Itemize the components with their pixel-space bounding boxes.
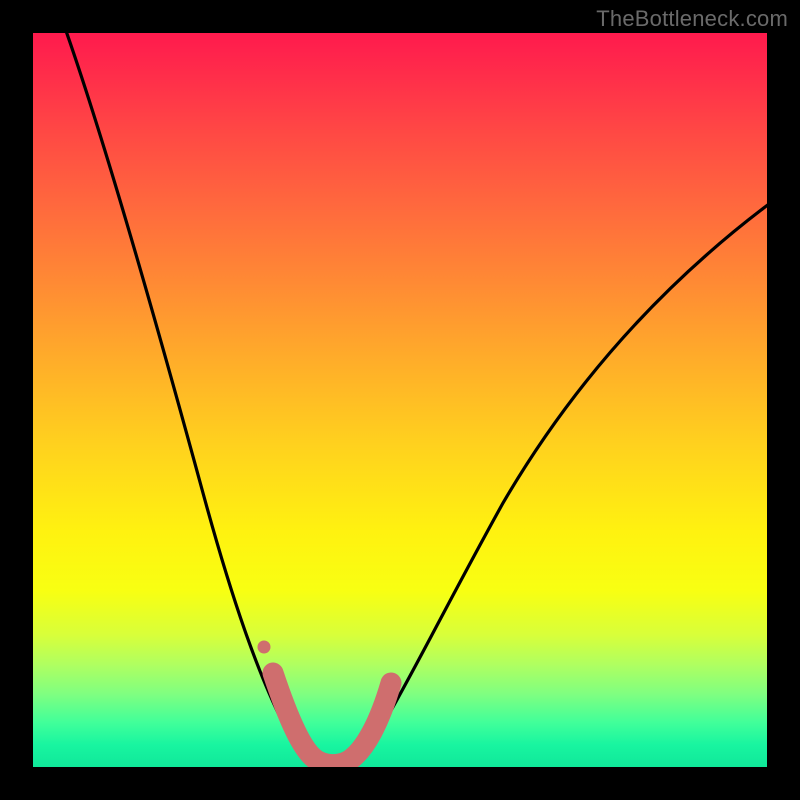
watermark-text: TheBottleneck.com bbox=[596, 6, 788, 32]
bottleneck-curve-svg bbox=[33, 33, 767, 767]
trough-marker-dot bbox=[258, 641, 271, 654]
trough-marker-path bbox=[273, 673, 391, 765]
chart-frame: TheBottleneck.com bbox=[0, 0, 800, 800]
plot-area bbox=[33, 33, 767, 767]
bottleneck-curve bbox=[56, 33, 767, 764]
